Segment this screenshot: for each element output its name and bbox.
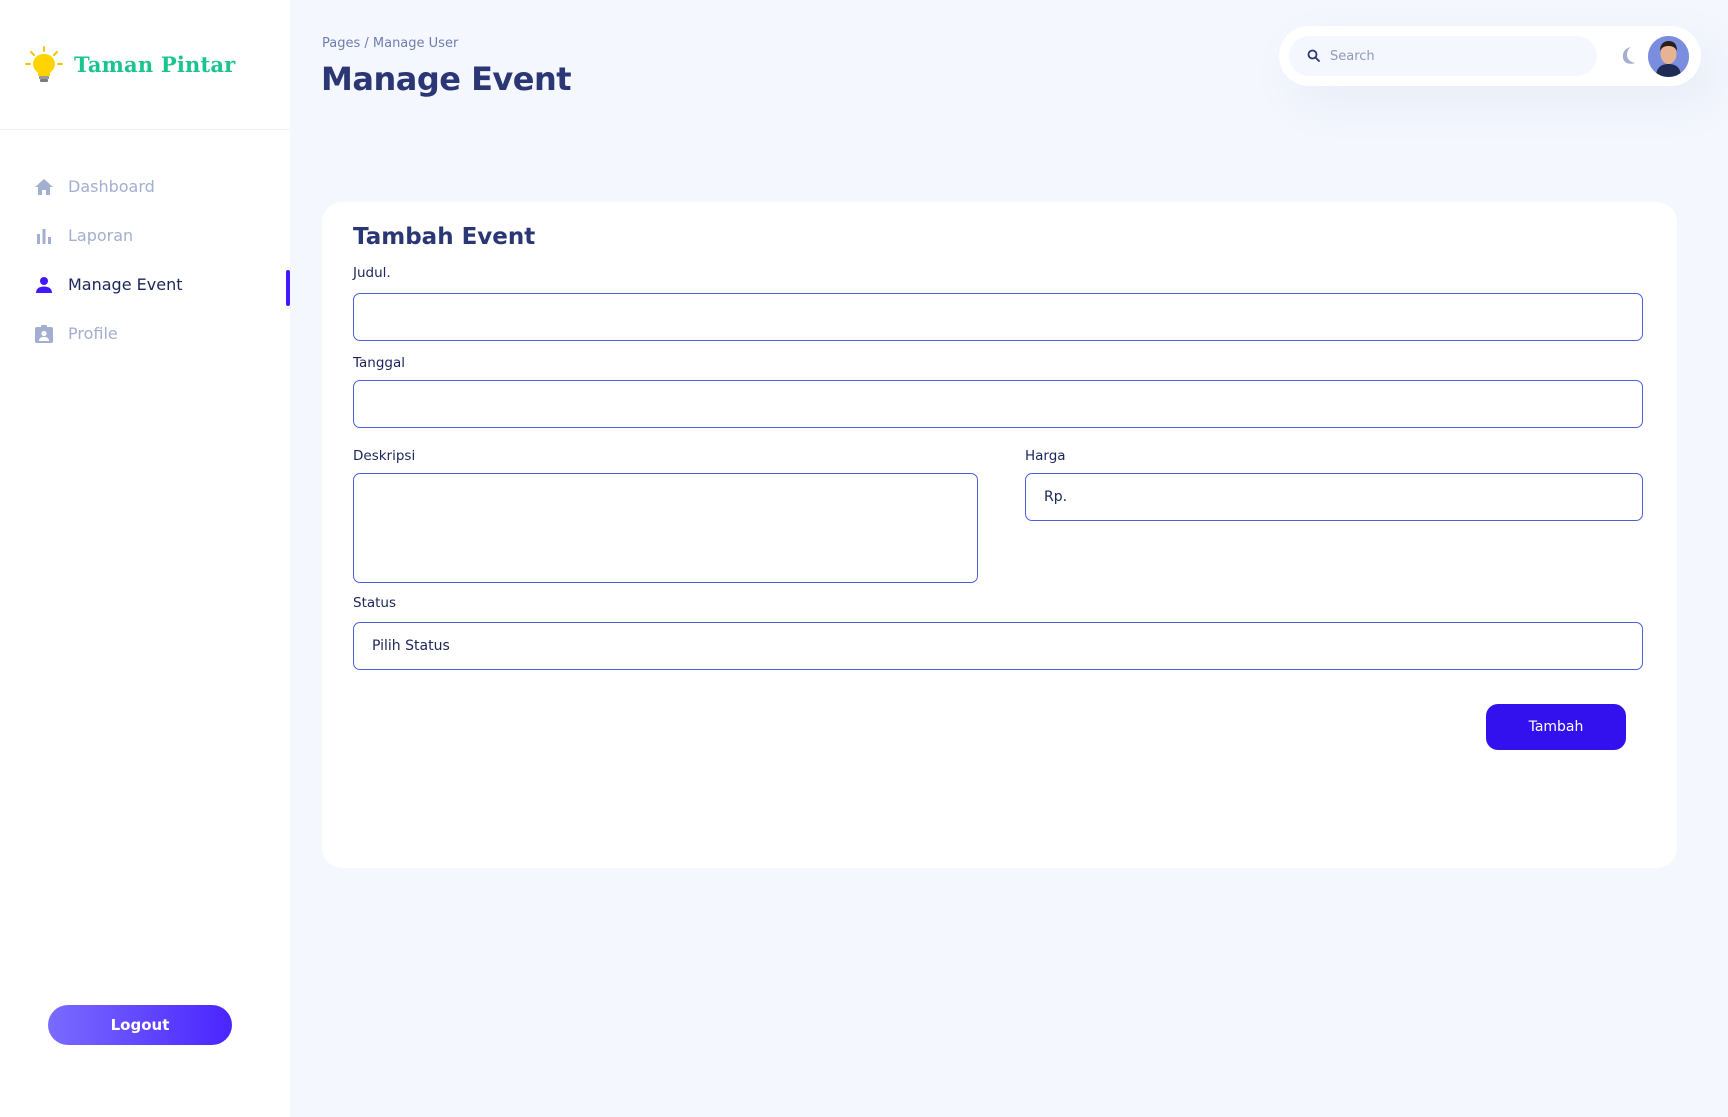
card-title: Tambah Event xyxy=(353,224,536,250)
add-event-card: Tambah Event Judul. Tanggal Deskripsi Ha… xyxy=(322,202,1677,868)
sidebar-item-label: Manage Event xyxy=(68,275,183,294)
topbar xyxy=(1279,26,1701,86)
moon-icon[interactable] xyxy=(1618,45,1638,67)
tanggal-input[interactable] xyxy=(353,380,1643,428)
search-input[interactable] xyxy=(1330,48,1580,64)
page-title: Manage Event xyxy=(321,60,572,98)
deskripsi-label: Deskripsi xyxy=(353,448,416,464)
sidebar-nav: Dashboard Laporan Manage Event Profile xyxy=(0,162,290,358)
brand: Taman Pintar xyxy=(0,0,290,130)
sidebar-item-manage-event[interactable]: Manage Event xyxy=(0,260,290,309)
status-select[interactable]: Pilih Status xyxy=(353,622,1643,670)
deskripsi-textarea[interactable] xyxy=(353,473,978,583)
judul-input[interactable] xyxy=(353,293,1643,341)
profile-badge-icon xyxy=(34,324,54,344)
harga-input[interactable] xyxy=(1025,473,1643,521)
sidebar-item-laporan[interactable]: Laporan xyxy=(0,211,290,260)
logout-button[interactable]: Logout xyxy=(48,1005,232,1045)
sidebar-item-profile[interactable]: Profile xyxy=(0,309,290,358)
home-icon xyxy=(34,177,54,197)
sidebar-item-label: Profile xyxy=(68,324,118,343)
status-select-value: Pilih Status xyxy=(372,638,450,654)
bar-chart-icon xyxy=(34,226,54,246)
lightbulb-icon xyxy=(24,45,64,85)
harga-label: Harga xyxy=(1025,448,1066,464)
search-box xyxy=(1289,36,1597,76)
breadcrumb: Pages / Manage User xyxy=(322,36,459,51)
tanggal-label: Tanggal xyxy=(353,355,406,371)
sidebar-item-label: Dashboard xyxy=(68,177,155,196)
judul-label: Judul. xyxy=(353,265,391,281)
sidebar-item-label: Laporan xyxy=(68,226,134,245)
status-label: Status xyxy=(353,595,397,611)
tambah-button[interactable]: Tambah xyxy=(1486,704,1626,750)
search-icon xyxy=(1307,47,1330,66)
sidebar-item-dashboard[interactable]: Dashboard xyxy=(0,162,290,211)
avatar[interactable] xyxy=(1648,36,1689,77)
person-icon xyxy=(34,275,54,295)
brand-name: Taman Pintar xyxy=(74,52,236,77)
sidebar: Taman Pintar Dashboard Laporan Manage Ev… xyxy=(0,0,290,1117)
